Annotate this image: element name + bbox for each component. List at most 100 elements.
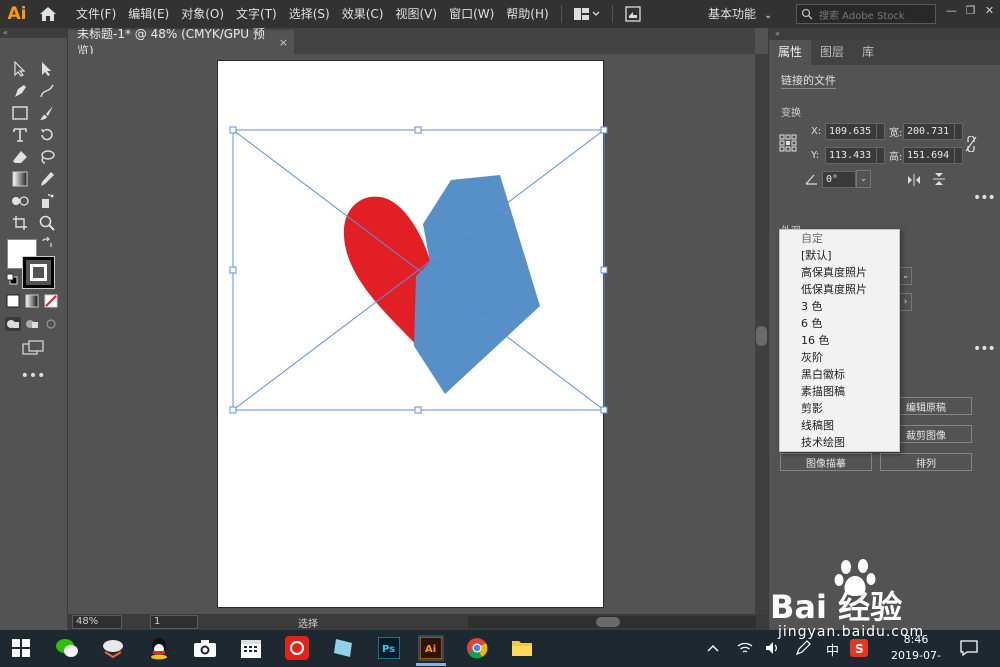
arrange-button[interactable]: 排列 [880,453,972,471]
minimize-icon[interactable]: — [942,0,961,20]
reference-point-icon[interactable] [779,134,797,152]
none-mode-icon[interactable] [42,292,60,310]
artboard-tool-icon[interactable] [8,212,32,234]
stroke-color-swatch[interactable] [22,256,55,289]
gradient-tool-icon[interactable] [8,168,32,190]
constrain-proportions-icon[interactable] [965,135,977,155]
file-explorer-icon[interactable] [509,635,535,661]
zoom-tool-icon[interactable] [35,212,59,234]
tab-properties[interactable]: 属性 [769,40,812,65]
color-mode-icon[interactable] [4,292,22,310]
notification-icon[interactable] [956,635,982,661]
document-tab[interactable]: 未标题-1* @ 48% (CMYK/GPU 预览) × [68,27,294,58]
tray-expand-icon[interactable] [700,635,726,661]
symbol-sprayer-tool-icon[interactable] [35,190,59,212]
input-method-indicator[interactable]: 中 [826,640,839,659]
preset-grayscale[interactable]: 灰阶 [780,349,899,366]
preset-16-colors[interactable]: 16 色 [780,332,899,349]
close-window-icon[interactable]: ✕ [980,0,999,20]
image-trace-button[interactable]: 图像描摹 [780,453,872,471]
artboard-number-field[interactable]: 1 [150,615,198,629]
width-input[interactable]: 200.731 [903,122,955,140]
calendar-icon[interactable] [238,635,264,661]
preset-3-colors[interactable]: 3 色 [780,298,899,315]
canvas-area[interactable] [68,54,755,614]
draw-inside-icon[interactable] [42,315,60,333]
default-fill-stroke-icon[interactable] [5,272,19,286]
x-input[interactable]: 109.635 [825,122,877,140]
flip-vertical-icon[interactable] [933,172,945,189]
wechat-icon[interactable] [54,635,80,661]
screen-mode-icon[interactable] [20,338,46,358]
paintbrush-tool-icon[interactable] [35,102,59,124]
photoshop-icon[interactable]: Ps [376,635,402,661]
preset-high-fidelity-photo[interactable]: 高保真度照片 [780,264,899,281]
chevron-right-icon[interactable]: › [899,293,912,311]
gpu-performance-icon[interactable] [619,0,647,28]
chrome-icon[interactable] [464,635,490,661]
blue-polygon-shape[interactable] [414,175,540,394]
preset-black-white-logo[interactable]: 黑白徽标 [780,366,899,383]
menu-effect[interactable]: 效果(C) [336,0,390,28]
zoom-level-field[interactable]: 48% [72,615,122,629]
height-input[interactable]: 151.694 [903,146,955,164]
preset-default[interactable]: [默认] [780,247,899,264]
swap-fill-stroke-icon[interactable] [40,236,54,250]
selection-bounding-box[interactable] [229,126,608,414]
close-tab-icon[interactable]: × [279,36,288,49]
restore-icon[interactable]: ❐ [961,0,980,20]
selection-tool-icon[interactable] [8,58,32,80]
home-icon[interactable] [34,0,62,28]
menu-type[interactable]: 文字(T) [230,0,283,28]
horizontal-scroll-thumb[interactable] [596,617,620,627]
draw-behind-icon[interactable] [23,315,41,333]
rotate-input[interactable]: 0° [822,170,856,188]
menu-view[interactable]: 视图(V) [389,0,443,28]
network-app-icon[interactable] [100,635,126,661]
wifi-icon[interactable] [732,635,758,661]
horizontal-scrollbar[interactable] [468,616,756,628]
preset-line-art[interactable]: 线稿图 [780,417,899,434]
camera-icon[interactable] [192,635,218,661]
app-icon[interactable] [330,635,356,661]
pen-tool-icon[interactable] [8,80,32,102]
linked-file-link[interactable]: 链接的文件 [781,72,836,89]
direct-selection-tool-icon[interactable] [35,58,59,80]
y-input[interactable]: 113.433 [825,146,877,164]
preset-6-colors[interactable]: 6 色 [780,315,899,332]
flip-horizontal-icon[interactable] [907,174,921,189]
eyedropper-tool-icon[interactable] [35,168,59,190]
menu-window[interactable]: 窗口(W) [443,0,500,28]
menu-edit[interactable]: 编辑(E) [122,0,175,28]
menu-object[interactable]: 对象(O) [175,0,230,28]
draw-normal-icon[interactable] [4,315,22,333]
edit-toolbar-icon[interactable]: ••• [20,366,46,386]
type-tool-icon[interactable] [8,124,32,146]
illustrator-icon[interactable]: Ai [418,635,444,661]
qq-icon[interactable] [146,635,172,661]
tab-libraries[interactable]: 库 [853,40,883,65]
menu-select[interactable]: 选择(S) [283,0,336,28]
eraser-tool-icon[interactable] [8,146,32,168]
windows-start-icon[interactable] [8,635,34,661]
rotate-tool-icon[interactable] [35,124,59,146]
preset-silhouettes[interactable]: 剪影 [780,400,899,417]
panel-collapse-icon[interactable]: « [769,28,1000,40]
menu-help[interactable]: 帮助(H) [500,0,554,28]
rectangle-tool-icon[interactable] [8,102,32,124]
chevron-down-icon[interactable]: ⌄ [856,170,871,188]
vertical-scrollbar[interactable] [755,54,768,614]
stock-search-input[interactable]: 搜索 Adobe Stock [796,4,936,24]
tab-layers[interactable]: 图层 [811,40,853,65]
preset-technical-drawing[interactable]: 技术绘图 [780,434,899,451]
menu-file[interactable]: 文件(F) [70,0,122,28]
toolbar-collapse-icon[interactable]: « [0,28,67,38]
curvature-tool-icon[interactable] [35,80,59,102]
lasso-tool-icon[interactable] [35,146,59,168]
preset-low-fidelity-photo[interactable]: 低保真度照片 [780,281,899,298]
chevron-down-icon[interactable]: ⌄ [899,267,912,285]
vertical-scroll-thumb[interactable] [756,326,767,346]
workspace-switcher[interactable]: 基本功能 ⌄ [708,0,772,28]
arrange-documents-icon[interactable] [568,0,606,28]
transform-more-options-icon[interactable]: ••• [973,190,996,206]
